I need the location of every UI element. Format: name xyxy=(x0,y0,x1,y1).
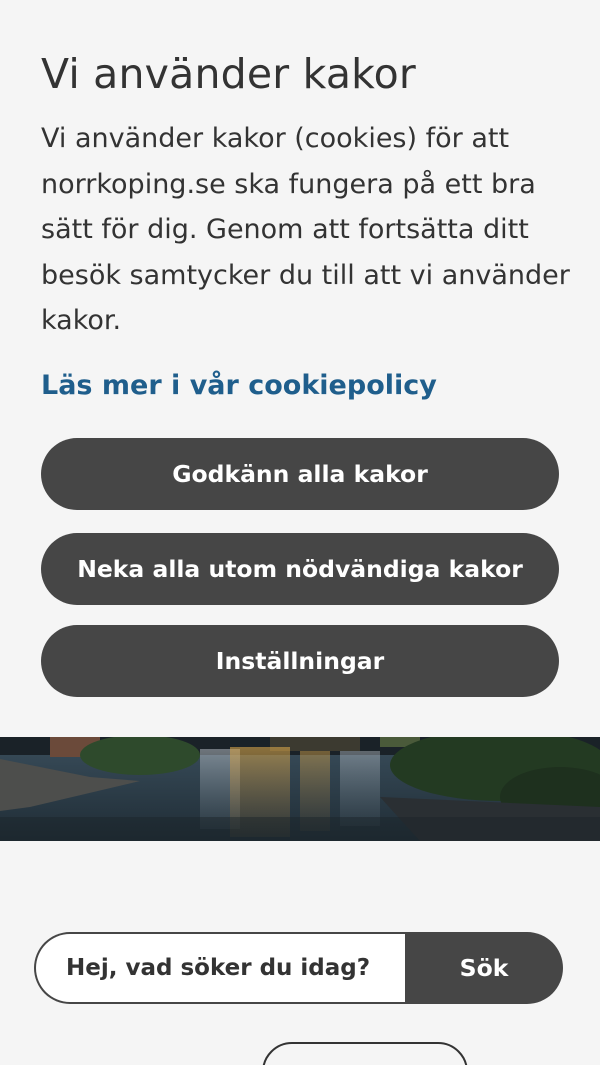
cookie-policy-link[interactable]: Läs mer i vår cookiepolicy xyxy=(41,364,437,408)
partial-outline-button[interactable] xyxy=(262,1042,468,1065)
search-input[interactable] xyxy=(34,932,406,1004)
search-button[interactable]: Sök xyxy=(405,932,563,1004)
cookie-settings-button[interactable]: Inställningar xyxy=(41,625,559,697)
cookie-banner-text: Vi använder kakor (cookies) för att norr… xyxy=(41,123,570,336)
cookie-banner-title: Vi använder kakor xyxy=(41,50,416,98)
reject-nonessential-cookies-button[interactable]: Neka alla utom nödvändiga kakor xyxy=(41,533,559,605)
search-form: Sök xyxy=(34,932,563,1004)
hero-image-river xyxy=(0,737,600,841)
cookie-banner: Vi använder kakor Vi använder kakor (coo… xyxy=(0,0,600,735)
accept-all-cookies-button[interactable]: Godkänn alla kakor xyxy=(41,438,559,510)
page: Vi använder kakor Vi använder kakor (coo… xyxy=(0,0,600,1065)
